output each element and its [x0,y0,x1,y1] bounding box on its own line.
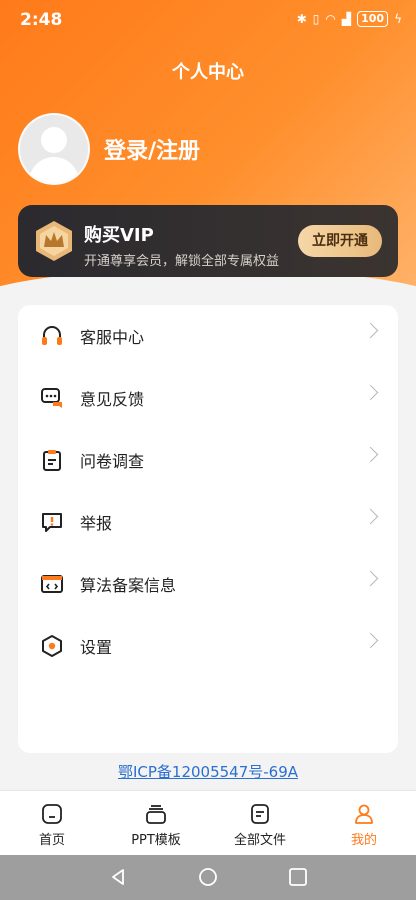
vip-subtitle: 开通尊享会员，解锁全部专属权益 [84,254,280,269]
chevron-right-icon [362,632,379,649]
chevron-right-icon [362,570,379,587]
settings-icon [42,635,62,657]
code-window-icon [41,575,63,593]
battery-icon: 100 [357,11,389,27]
user-icon [355,804,373,824]
tab-label: 全部文件 [233,833,286,848]
signal-icon: ▟ [341,12,352,26]
tab-ppt-templates[interactable]: PPT模板 [104,791,208,855]
charging-icon: ϟ [394,12,402,26]
menu-list: 客服中心 意见反馈 问卷调查 举报 算法备案信息 设置 [18,305,398,753]
menu-item-label: 意见反馈 [80,390,145,409]
tab-mine[interactable]: 我的 [312,791,416,855]
menu-item-label: 算法备案信息 [80,576,177,595]
tab-label: 首页 [38,833,65,848]
login-register-link[interactable]: 登录/注册 [104,133,200,165]
chevron-right-icon [362,446,379,463]
menu-item-label: 客服中心 [80,328,145,347]
chevron-right-icon [362,384,379,401]
recents-icon[interactable] [288,867,308,887]
report-icon [42,513,62,532]
menu-item-survey[interactable]: 问卷调查 [18,429,398,491]
tab-home[interactable]: 首页 [0,791,104,855]
page-title: 个人中心 [172,62,244,83]
back-icon[interactable] [108,867,128,887]
wifi-icon: ◠ [325,12,336,26]
file-icon [251,804,269,824]
chevron-right-icon [362,322,379,339]
open-vip-button[interactable]: 立即开通 [298,225,382,257]
chevron-right-icon [362,508,379,525]
menu-item-label: 设置 [80,638,113,657]
tab-label: PPT模板 [131,833,181,848]
vip-banner[interactable]: 购买VIP 开通尊享会员，解锁全部专属权益 立即开通 [18,205,398,277]
tab-all-files[interactable]: 全部文件 [208,791,312,855]
headset-icon [42,326,62,345]
icp-license-link[interactable]: 鄂ICP备12005547号-69A [0,761,416,782]
template-stack-icon [146,805,166,824]
crown-icon [36,221,72,261]
status-icons: ✱ ▯ ◠ ▟ 100 ϟ [297,11,402,27]
clipboard-icon [43,450,61,471]
menu-item-report[interactable]: 举报 [18,491,398,553]
status-bar: 2:48 ✱ ▯ ◠ ▟ 100 ϟ [0,0,416,40]
menu-item-settings[interactable]: 设置 [18,615,398,677]
home-button-icon[interactable] [198,867,218,887]
menu-item-label: 问卷调查 [80,452,145,471]
system-navigation-bar [0,855,416,900]
home-icon [42,804,62,824]
feedback-icon [41,388,62,408]
menu-item-feedback[interactable]: 意见反馈 [18,367,398,429]
vip-title: 购买VIP [84,225,154,246]
menu-item-customer-service[interactable]: 客服中心 [18,305,398,367]
tab-label: 我的 [350,833,377,848]
bottom-tab-bar: 首页 PPT模板 全部文件 我的 [0,790,416,855]
menu-item-label: 举报 [80,514,113,533]
menu-item-algorithm-filing[interactable]: 算法备案信息 [18,553,398,615]
vibrate-icon: ▯ [312,12,320,26]
bluetooth-icon: ✱ [296,12,307,26]
status-time: 2:48 [20,10,63,30]
avatar[interactable] [18,113,90,185]
profile-section[interactable]: 登录/注册 [18,113,200,185]
